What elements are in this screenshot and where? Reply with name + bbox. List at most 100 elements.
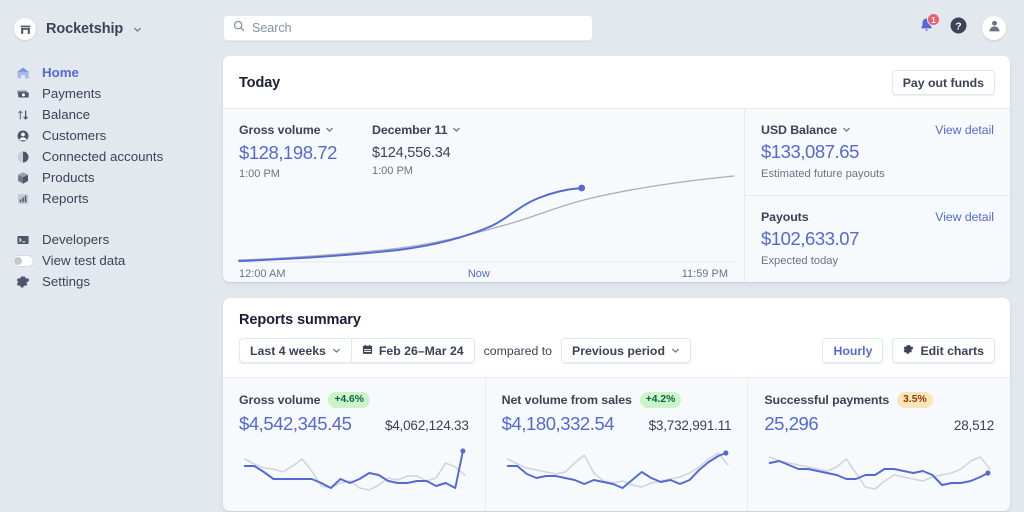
metric-label-row[interactable]: Gross volume [239, 123, 372, 137]
report-values: $4,180,332.54 $3,732,991.11 [502, 413, 732, 435]
search-wrapper: Search [223, 15, 593, 41]
edit-charts-button[interactable]: Edit charts [892, 338, 995, 363]
metric-value: $128,198.72 [239, 142, 372, 164]
sparkline-successful-payments [764, 447, 994, 511]
comparison-line [239, 176, 734, 260]
toggle-switch-icon[interactable] [14, 255, 32, 267]
today-card-body: Gross volume $128,198.72 1:00 PM [223, 108, 1010, 282]
reports-bars-icon [14, 192, 32, 206]
date-range-select[interactable]: Last 4 weeks [239, 338, 352, 363]
payouts-amount: $102,633.07 [761, 228, 994, 250]
edit-charts-label: Edit charts [920, 344, 984, 358]
sparkline-gross-volume [239, 447, 469, 511]
chevron-down-icon [452, 123, 461, 137]
usd-balance-header: USD Balance View detail [761, 123, 994, 137]
sidebar-item-view-test-data[interactable]: View test data [6, 250, 209, 271]
page-title: Today [239, 75, 280, 91]
report-label: Successful payments [764, 393, 889, 407]
hourly-button[interactable]: Hourly [822, 338, 883, 363]
usd-balance-view-detail-link[interactable]: View detail [935, 123, 994, 137]
sidebar-item-label: Payments [42, 86, 101, 101]
usd-balance-block: USD Balance View detail $133,087.65 Esti… [745, 109, 1010, 195]
sidebar-item-balance[interactable]: Balance [6, 104, 209, 125]
connected-accounts-icon [14, 150, 32, 164]
metric-value: $124,556.34 [372, 145, 461, 161]
search-icon [233, 19, 245, 37]
customers-icon [14, 129, 32, 143]
payouts-header: Payouts View detail [761, 210, 994, 224]
sparkline-net-volume [502, 447, 732, 511]
payouts-view-detail-link[interactable]: View detail [935, 210, 994, 224]
sidebar-item-settings[interactable]: Settings [6, 271, 209, 292]
axis-tick-start: 12:00 AM [239, 268, 285, 280]
status-badge: 3.5% [897, 392, 932, 408]
topbar-actions: 1 ? [918, 16, 1010, 40]
sidebar-item-label: Reports [42, 191, 89, 206]
main-area: Search 1 ? [215, 0, 1024, 512]
report-values: 25,296 28,512 [764, 413, 994, 435]
report-compare-value: $3,732,991.11 [649, 418, 732, 433]
sidebar-item-label: Developers [42, 232, 109, 247]
reports-card-header: Reports summary Last 4 weeks [223, 298, 1010, 377]
notification-badge: 1 [927, 13, 940, 26]
reports-metrics-row: Gross volume +4.6% $4,542,345.45 $4,062,… [223, 377, 1010, 511]
sidebar-item-home[interactable]: Home [6, 62, 209, 83]
notifications-button[interactable]: 1 [918, 17, 935, 39]
sidebar-item-developers[interactable]: Developers [6, 229, 209, 250]
pay-out-funds-button[interactable]: Pay out funds [892, 70, 995, 95]
sparkline-endpoint [986, 470, 991, 475]
sidebar-item-connected-accounts[interactable]: Connected accounts [6, 146, 209, 167]
topbar: Search 1 ? [215, 0, 1024, 56]
report-value: 25,296 [764, 413, 818, 435]
date-range-label: Last 4 weeks [250, 344, 326, 358]
metric-label: Gross volume [239, 123, 320, 137]
report-label-row: Gross volume +4.6% [239, 392, 469, 408]
report-label-row: Net volume from sales +4.2% [502, 392, 732, 408]
sidebar-item-customers[interactable]: Customers [6, 125, 209, 146]
compare-period-select[interactable]: Previous period [561, 338, 691, 363]
sparkline-svg [239, 447, 469, 511]
sparkline-svg [764, 447, 994, 511]
brand-switcher[interactable]: Rocketship [0, 14, 215, 44]
metric-label-row[interactable]: December 11 [372, 123, 461, 137]
report-card-gross-volume: Gross volume +4.6% $4,542,345.45 $4,062,… [223, 378, 485, 511]
sidebar-item-label: View test data [42, 253, 125, 268]
calendar-icon [362, 344, 373, 358]
today-chart-svg [223, 166, 744, 270]
sidebar-item-label: Customers [42, 128, 106, 143]
terminal-icon [14, 233, 32, 247]
content-area: Today Pay out funds Gross volume [215, 56, 1024, 512]
app-root: Rocketship Home Payments [0, 0, 1024, 512]
avatar[interactable] [982, 16, 1006, 40]
reports-filters-right: Hourly Edit charts [822, 338, 995, 363]
usd-balance-amount: $133,087.65 [761, 141, 994, 163]
date-range-segmented-control: Last 4 weeks Feb 26–Mar 24 [239, 338, 475, 363]
status-badge: +4.6% [328, 392, 369, 408]
brand-name: Rocketship [46, 21, 123, 37]
date-picker-button[interactable]: Feb 26–Mar 24 [352, 338, 475, 363]
today-card: Today Pay out funds Gross volume [223, 56, 1010, 282]
help-button[interactable]: ? [949, 16, 968, 40]
sidebar-item-label: Products [42, 170, 94, 185]
report-value: $4,542,345.45 [239, 413, 351, 435]
payouts-block: Payouts View detail $102,633.07 Expected… [745, 195, 1010, 282]
sidebar-item-reports[interactable]: Reports [6, 188, 209, 209]
report-card-net-volume: Net volume from sales +4.2% $4,180,332.5… [485, 378, 748, 511]
search-placeholder: Search [252, 21, 292, 35]
balance-arrows-icon [14, 108, 32, 122]
today-card-header: Today Pay out funds [223, 56, 1010, 108]
chevron-down-icon [671, 344, 680, 358]
sidebar-item-label: Connected accounts [42, 149, 163, 164]
metric-label: December 11 [372, 123, 447, 137]
report-label: Gross volume [239, 393, 320, 407]
search-input[interactable]: Search [223, 15, 593, 41]
gear-icon [903, 344, 914, 358]
reports-summary-title: Reports summary [239, 312, 995, 328]
sidebar-item-payments[interactable]: Payments [6, 83, 209, 104]
gear-icon [14, 275, 32, 289]
usd-balance-label-row[interactable]: USD Balance [761, 123, 851, 137]
date-range-value: Feb 26–Mar 24 [379, 344, 464, 358]
sidebar-item-products[interactable]: Products [6, 167, 209, 188]
today-line-chart [223, 166, 744, 270]
home-icon [14, 66, 32, 80]
